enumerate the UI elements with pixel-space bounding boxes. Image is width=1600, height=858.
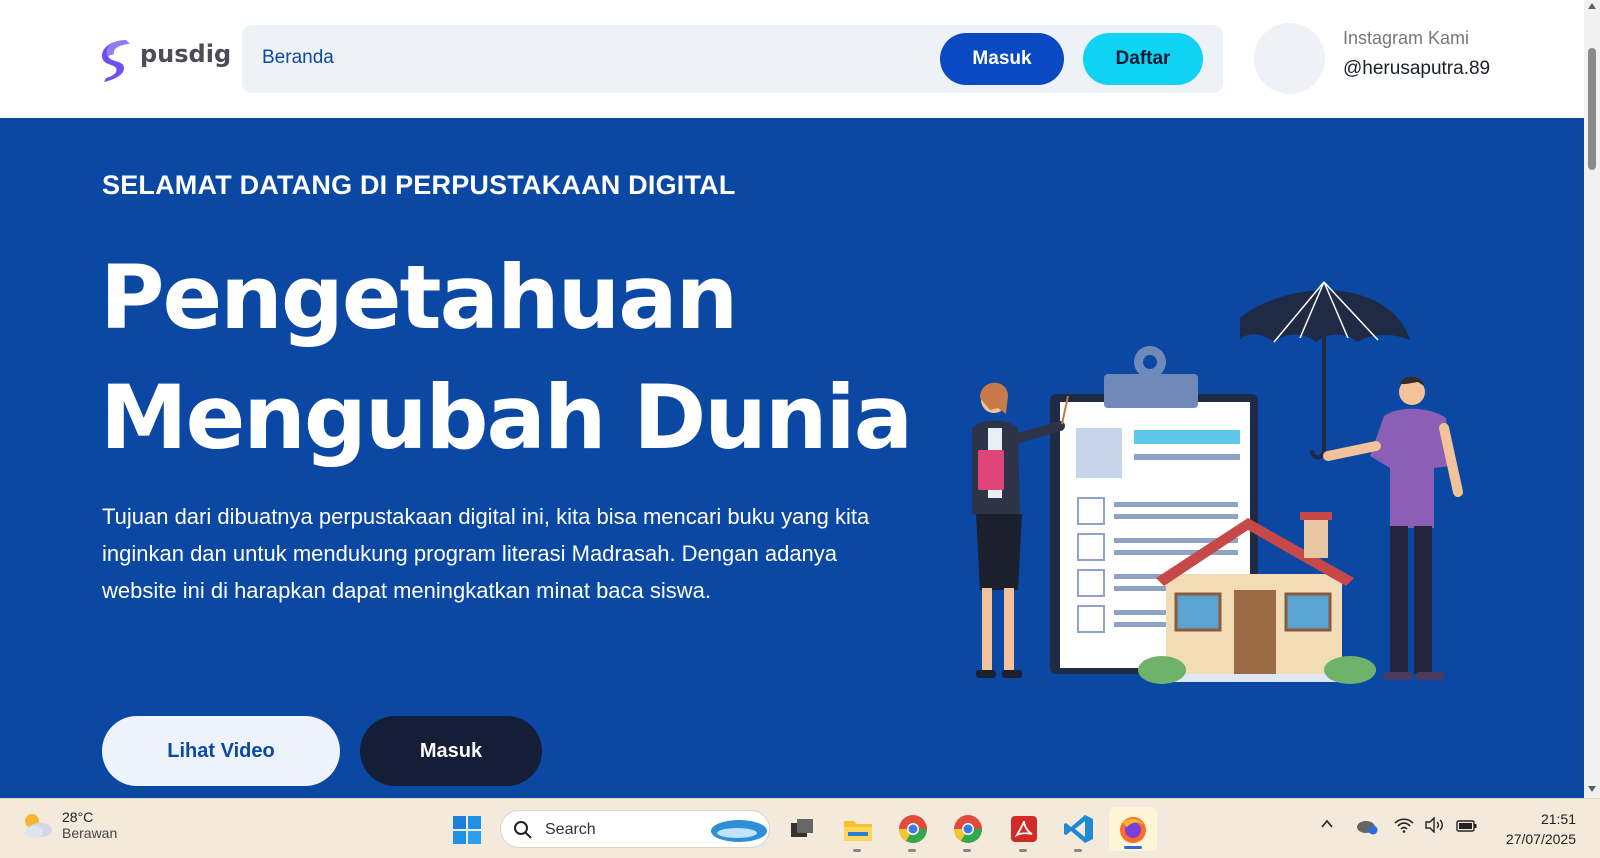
running-indicator [963, 849, 971, 852]
logo-icon [102, 40, 130, 82]
clock-time: 21:51 [1540, 811, 1576, 827]
running-indicator [853, 849, 861, 852]
scroll-thumb[interactable] [1588, 48, 1596, 170]
task-view-icon[interactable] [784, 811, 820, 847]
instagram-handle[interactable]: @herusaputra.89 [1343, 58, 1490, 80]
navbar: pusdig Beranda Masuk Daftar Instagram Ka… [0, 0, 1584, 118]
vscode-icon[interactable] [1061, 811, 1097, 852]
search-placeholder: Search [545, 821, 596, 838]
scroll-down-icon[interactable] [1588, 786, 1596, 792]
watch-video-button[interactable]: Lihat Video [102, 716, 340, 786]
cloudy-sun-icon [25, 814, 52, 838]
taskbar-search[interactable]: Search [500, 810, 770, 848]
search-icon [514, 821, 532, 839]
file-explorer-icon[interactable] [840, 811, 876, 852]
volume-icon[interactable] [1424, 816, 1446, 838]
system-clock[interactable]: 21:51 27/07/2025 [1494, 809, 1576, 849]
running-indicator [908, 849, 916, 852]
page-scrollbar[interactable] [1584, 0, 1600, 798]
taskbar: 28°C Berawan Search 21:51 27/07/2025 [0, 798, 1600, 858]
weather-widget[interactable]: 28°C Berawan [20, 809, 117, 841]
logo-text: pusdig [140, 40, 232, 68]
running-indicator [1074, 849, 1082, 852]
weather-temp: 28°C [62, 809, 94, 825]
hero-illustration [972, 281, 1463, 684]
clock-date: 27/07/2025 [1505, 831, 1576, 847]
nav-menu: Beranda Masuk Daftar [242, 25, 1223, 93]
battery-icon[interactable] [1456, 817, 1478, 838]
hero-description: Tujuan dari dibuatnya perpustakaan digit… [102, 504, 870, 603]
onedrive-icon[interactable] [1356, 817, 1378, 840]
windows-start-icon[interactable] [452, 815, 482, 845]
wifi-icon[interactable] [1394, 817, 1414, 838]
chrome-profile-icon[interactable] [950, 811, 986, 852]
nav-link-beranda[interactable]: Beranda [262, 47, 334, 69]
instagram-label: Instagram Kami [1343, 28, 1470, 48]
active-indicator [1124, 846, 1142, 849]
headline-line-2: Mengubah Dunia [100, 366, 913, 469]
chevron-up-icon[interactable] [1320, 817, 1334, 836]
register-button[interactable]: Daftar [1083, 33, 1203, 85]
avatar[interactable] [1254, 23, 1325, 94]
firefox-icon[interactable] [1109, 807, 1157, 851]
headline-line-1: Pengetahuan [100, 246, 738, 349]
search-highlight-icon [711, 820, 767, 842]
running-indicator [1019, 849, 1027, 852]
hero-eyebrow: SELAMAT DATANG DI PERPUSTAKAAN DIGITAL [102, 170, 736, 200]
hero-headline: Pengetahuan Mengubah Dunia [100, 238, 913, 478]
login-button[interactable]: Masuk [940, 33, 1064, 85]
browser-viewport: pusdig Beranda Masuk Daftar Instagram Ka… [0, 0, 1584, 798]
chrome-icon[interactable] [895, 811, 931, 852]
hero-section: SELAMAT DATANG DI PERPUSTAKAAN DIGITAL P… [0, 118, 1584, 798]
logo[interactable]: pusdig [100, 38, 231, 84]
weather-desc: Berawan [62, 825, 118, 841]
hero-login-button[interactable]: Masuk [360, 716, 542, 786]
scroll-up-icon[interactable] [1588, 3, 1596, 9]
acrobat-icon[interactable] [1006, 811, 1042, 852]
